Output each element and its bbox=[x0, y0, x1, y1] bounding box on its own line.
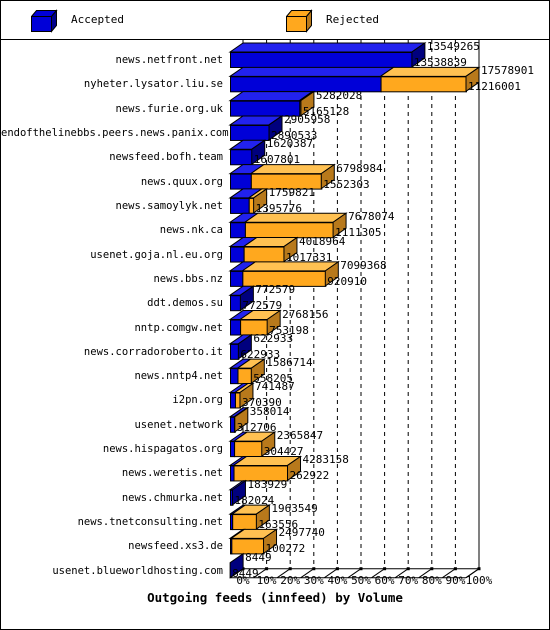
total-value-label: 2905958 bbox=[284, 112, 331, 126]
total-value-label: 7099368 bbox=[340, 258, 387, 272]
total-value-label: 1963549 bbox=[271, 502, 318, 516]
accepted-value-label: 1395776 bbox=[255, 201, 302, 215]
x-axis-tick-label: 100% bbox=[465, 573, 493, 587]
total-value-label: 4283158 bbox=[302, 453, 349, 467]
accepted-value-label: 920910 bbox=[327, 274, 368, 288]
category-label: usenet.network bbox=[134, 418, 223, 431]
legend-label-rejected: Rejected bbox=[326, 13, 379, 26]
total-value-label: 1620387 bbox=[266, 137, 314, 151]
chart-legend: Accepted Rejected bbox=[1, 1, 549, 40]
chart-frame: Accepted Rejected news.netfront.net 13549… bbox=[0, 0, 550, 630]
category-label: newsfeed.xs3.de bbox=[128, 540, 223, 553]
chart-title: Outgoing feeds (innfeed) by Volume bbox=[147, 589, 403, 605]
category-label: news.furie.org.uk bbox=[115, 102, 223, 115]
accepted-value-label: 772579 bbox=[242, 299, 283, 313]
category-label: ddt.demos.su bbox=[147, 297, 223, 310]
category-label: news.samoylyk.net bbox=[115, 199, 223, 212]
total-value-label: 741487 bbox=[254, 380, 295, 394]
category-label: news.tnetconsulting.net bbox=[77, 516, 223, 529]
accepted-value-label: 1017331 bbox=[285, 250, 333, 264]
total-value-label: 1759821 bbox=[268, 185, 315, 199]
category-label: nyheter.lysator.liu.se bbox=[83, 78, 223, 91]
category-label: endofthelinebbs.peers.news.panix.com bbox=[1, 126, 229, 139]
category-label: usenet.goja.nl.eu.org bbox=[90, 248, 223, 261]
accepted-value-label: 304427 bbox=[263, 445, 304, 459]
accepted-value-label: 182024 bbox=[234, 493, 275, 507]
accepted-value-label: 13538839 bbox=[413, 56, 467, 69]
accepted-value-label: 262922 bbox=[289, 469, 330, 483]
chart-plot-area: news.netfront.net 13549265 13538839 nyheter… bbox=[1, 40, 549, 629]
total-value-label: 4018964 bbox=[298, 234, 346, 248]
total-value-label: 2365847 bbox=[276, 429, 324, 443]
total-value-label: 622933 bbox=[253, 331, 294, 345]
category-label: news.weretis.net bbox=[121, 467, 223, 480]
category-label: news.corradoroberto.it bbox=[83, 345, 223, 358]
category-label: news.hispagatos.org bbox=[102, 443, 223, 456]
total-value-label: 7678074 bbox=[348, 210, 395, 224]
category-label: news.nk.ca bbox=[159, 224, 223, 237]
cube-icon-rejected bbox=[286, 9, 313, 33]
legend-label-accepted: Accepted bbox=[71, 13, 124, 26]
accepted-value-label: 312706 bbox=[236, 420, 277, 434]
total-value-label: 772579 bbox=[255, 283, 296, 297]
total-value-label: 1586714 bbox=[266, 356, 313, 370]
total-value-label: 183929 bbox=[247, 477, 288, 491]
total-value-label: 17578901 bbox=[481, 64, 534, 78]
category-label: news.chmurka.net bbox=[121, 491, 223, 504]
category-label: news.quux.org bbox=[140, 175, 223, 188]
category-label: news.bbs.nz bbox=[153, 272, 223, 285]
cube-icon-accepted bbox=[31, 9, 58, 33]
category-label: news.nntp4.net bbox=[134, 370, 223, 383]
total-value-label: 5282028 bbox=[315, 88, 363, 102]
category-label: usenet.blueworldhosting.com bbox=[52, 564, 223, 577]
category-label: news.netfront.net bbox=[115, 54, 223, 66]
category-label: nntp.comgw.net bbox=[134, 321, 223, 334]
category-label: i2pn.org bbox=[172, 394, 223, 407]
total-value-label: 6798984 bbox=[336, 161, 383, 175]
accepted-value-label: 1552303 bbox=[323, 177, 370, 191]
category-label: newsfeed.bofh.team bbox=[109, 151, 223, 164]
accepted-value-label: 11216001 bbox=[468, 80, 521, 94]
total-value-label: 2497740 bbox=[278, 526, 325, 540]
total-value-label: 358014 bbox=[249, 404, 290, 418]
total-value-label: 2768156 bbox=[282, 307, 329, 321]
accepted-value-label: 1607801 bbox=[253, 153, 301, 167]
total-value-label: 8449 bbox=[245, 550, 272, 564]
total-value-label: 13549265 bbox=[426, 40, 480, 53]
